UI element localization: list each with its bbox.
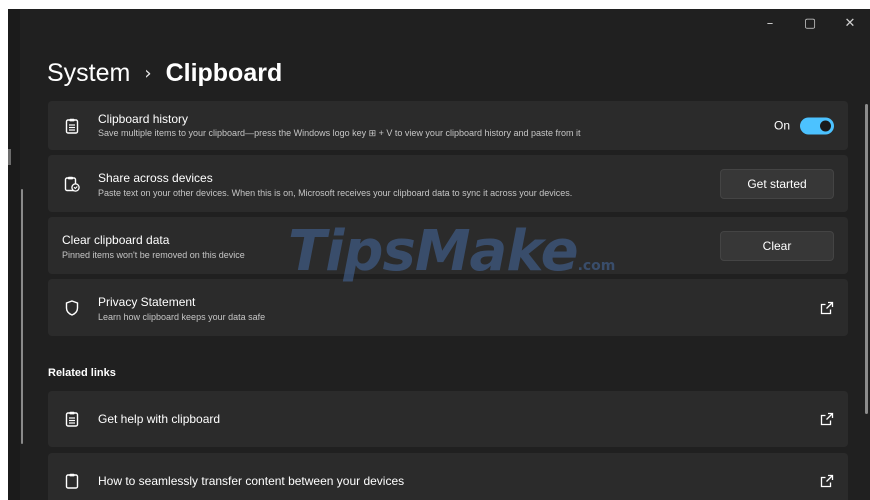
caption-buttons: – ▢ ✕ — [750, 9, 870, 39]
toggle-knob — [820, 120, 831, 131]
clipboard-history-title: Clipboard history — [98, 112, 189, 126]
nav-pane-scrollbar[interactable] — [21, 189, 23, 444]
related-link-label: Get help with clipboard — [98, 412, 221, 426]
clear-button[interactable]: Clear — [720, 230, 834, 261]
breadcrumb: System › Clipboard — [47, 59, 282, 88]
open-external-icon[interactable] — [820, 301, 834, 315]
maximize-button[interactable]: ▢ — [790, 9, 830, 37]
watermark: TipsMake.com — [288, 219, 615, 284]
share-across-devices-title: Share across devices — [98, 171, 213, 185]
open-external-icon[interactable] — [820, 474, 834, 488]
settings-window: – ▢ ✕ System › Clipboard Clipboard histo… — [8, 9, 870, 500]
clipboard-icon — [63, 117, 81, 135]
nav-pane-edge — [8, 9, 20, 500]
content-scrollbar[interactable] — [865, 104, 868, 414]
open-external-icon[interactable] — [820, 412, 834, 426]
clipboard-sync-icon — [63, 175, 81, 193]
nav-pane-handle[interactable] — [8, 149, 11, 165]
related-link-label: How to seamlessly transfer content betwe… — [98, 474, 405, 488]
clipboard-blank-icon — [63, 472, 81, 490]
related-links-heading: Related links — [48, 367, 116, 379]
privacy-statement-desc: Learn how clipboard keeps your data safe — [98, 312, 266, 322]
clipboard-history-toggle-group: On — [774, 117, 834, 134]
get-started-button[interactable]: Get started — [720, 168, 834, 199]
page-title: Clipboard — [165, 59, 283, 87]
shield-icon — [63, 299, 81, 317]
clipboard-history-toggle[interactable] — [800, 117, 834, 134]
watermark-text: TipsMake — [288, 219, 579, 284]
share-across-devices-desc: Paste text on your other devices. When t… — [98, 188, 573, 198]
minimize-button[interactable]: – — [750, 9, 790, 37]
clipboard-icon — [63, 410, 81, 428]
privacy-statement-title: Privacy Statement — [98, 295, 196, 309]
related-link-help[interactable]: Get help with clipboard — [48, 391, 848, 447]
clipboard-history-desc: Save multiple items to your clipboard—pr… — [98, 128, 581, 138]
clipboard-history-card[interactable]: Clipboard history Save multiple items to… — [48, 101, 848, 150]
watermark-suffix: .com — [577, 258, 616, 274]
clear-clipboard-desc: Pinned items won't be removed on this de… — [62, 250, 245, 260]
privacy-statement-card[interactable]: Privacy Statement Learn how clipboard ke… — [48, 279, 848, 336]
breadcrumb-parent[interactable]: System — [47, 59, 130, 88]
clear-clipboard-title: Clear clipboard data — [62, 233, 170, 247]
share-across-devices-card[interactable]: Share across devices Paste text on your … — [48, 155, 848, 212]
related-link-transfer[interactable]: How to seamlessly transfer content betwe… — [48, 453, 848, 500]
toggle-state-label: On — [773, 118, 790, 133]
breadcrumb-separator: › — [144, 63, 152, 84]
close-button[interactable]: ✕ — [830, 9, 870, 37]
